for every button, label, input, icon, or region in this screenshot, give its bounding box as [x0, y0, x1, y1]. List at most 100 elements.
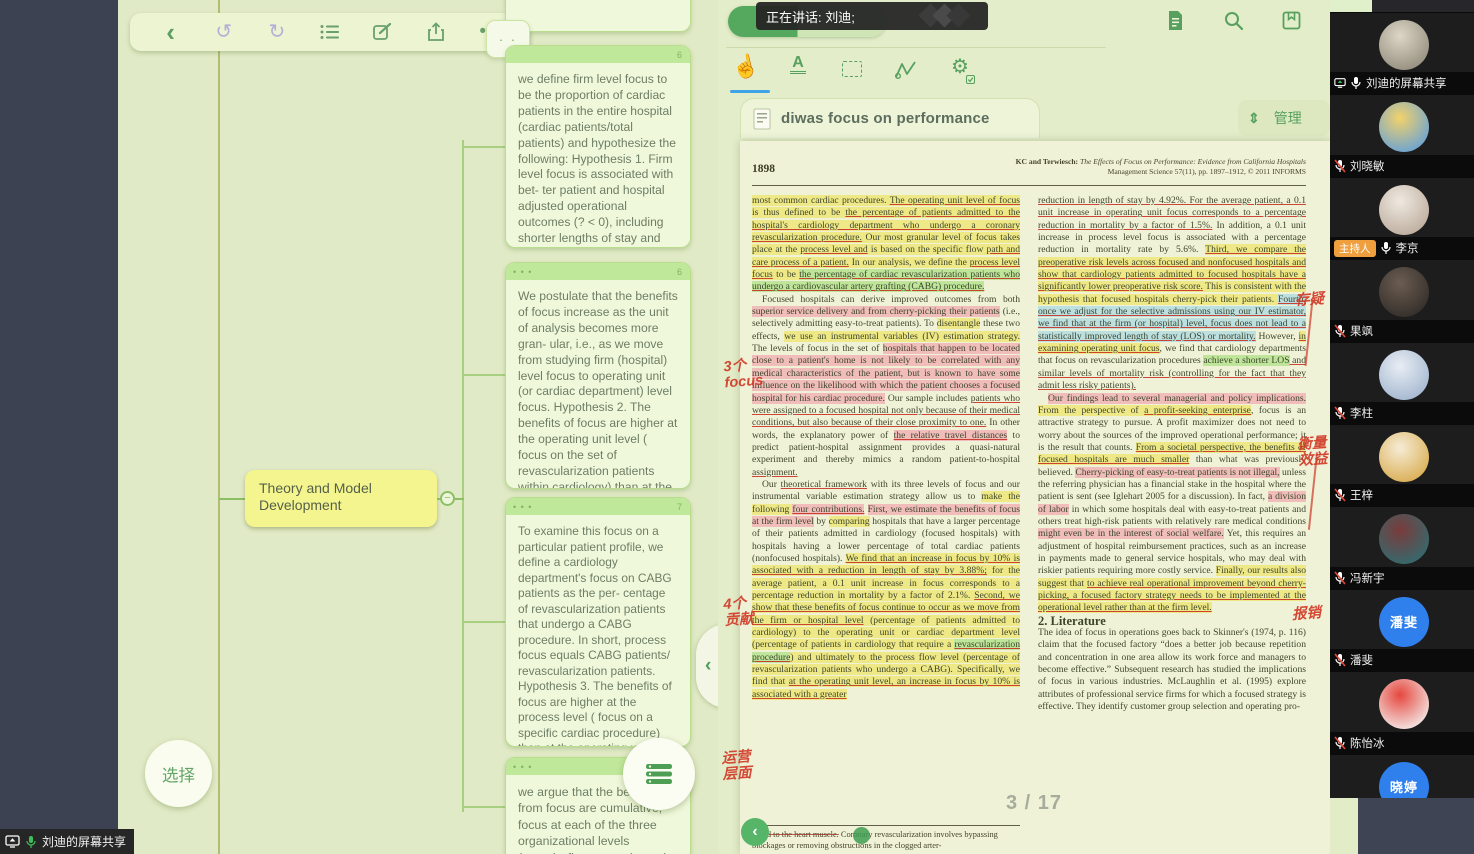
document-tab-title: diwas focus on performance [781, 110, 990, 127]
avatar: 潘斐 [1379, 597, 1429, 647]
header-rule [752, 185, 1306, 186]
avatar: 晓婷 [1379, 762, 1429, 798]
avatar [1379, 350, 1429, 400]
document-icon[interactable] [1164, 10, 1186, 36]
participant-list: 刘迪的屏幕共享 刘晓敏 主持人 李京 果飒 [1330, 12, 1474, 798]
participant-name: 潘斐 [1350, 652, 1373, 668]
desktop-background [1358, 798, 1474, 854]
connector [219, 498, 245, 500]
note-card[interactable]: the operating unit level, and at the pro… [505, 0, 691, 32]
paragraph: reduction in length of stay by 4.92%. Fo… [1038, 195, 1306, 393]
note-card[interactable]: • • •6 We postulate that the benefits of… [505, 262, 691, 489]
manage-button[interactable]: 管理 [1274, 108, 1302, 128]
desktop-background [0, 0, 118, 854]
participant-tile[interactable]: 晓婷 [1330, 754, 1474, 798]
outline-fab-button[interactable] [623, 738, 695, 810]
mindmap-node-theory[interactable]: Theory and Model Development [245, 470, 437, 527]
mic-on-icon [25, 835, 37, 849]
handwritten-note: 报销 [1291, 605, 1321, 623]
mindmap-branch-line [462, 140, 464, 812]
footnote: blood to the heart muscle. Coronary reva… [752, 825, 1020, 851]
document-tab-bar: diwas focus on performance ⇕ 管理 [718, 96, 1330, 138]
speaking-banner: 正在讲话: 刘迪; [756, 2, 988, 30]
collapse-left-icon[interactable]: ‹ [705, 655, 711, 677]
mic-muted-icon [1334, 488, 1346, 502]
search-icon[interactable] [1222, 10, 1244, 36]
participant-tile[interactable]: 冯新宇 [1330, 506, 1474, 588]
pen-draw-tool[interactable] [894, 54, 918, 86]
left-column: most common cardiac procedures. The oper… [752, 195, 1020, 807]
active-tool-indicator [730, 90, 770, 93]
card-badge: 6 [677, 50, 683, 60]
sort-icon[interactable]: ⇕ [1248, 110, 1260, 127]
participant-name: 李柱 [1350, 405, 1373, 421]
edit-compose-icon[interactable] [366, 13, 400, 51]
screen-share-icon [1334, 76, 1346, 90]
screen: ‹ ↺ ↻ ••• Theory and Model Development −… [0, 0, 1474, 854]
settings-gear-tool[interactable]: ⚙ [948, 54, 972, 86]
collapse-node-icon[interactable]: − [440, 491, 455, 506]
select-button[interactable]: 选择 [145, 740, 212, 807]
running-head: KC and Terwiesch: The Effects of Focus o… [1016, 157, 1306, 177]
connector [462, 146, 505, 148]
note-card-text: we define firm level focus to be the pro… [506, 63, 690, 248]
handwritten-note: 衡量 效益 [1297, 435, 1328, 469]
redo-icon[interactable]: ↻ [260, 13, 294, 51]
avatar [1379, 514, 1429, 564]
mindmap-toolbar: ‹ ↺ ↻ ••• [130, 13, 530, 51]
page-back-button[interactable]: ‹ [741, 818, 769, 846]
pdf-page[interactable]: 1898 KC and Terwiesch: The Effects of Fo… [740, 141, 1330, 854]
running-head-authors: KC and Terwiesch: [1016, 157, 1078, 166]
participant-tile[interactable]: 刘晓敏 [1330, 94, 1474, 176]
text-highlight-tool[interactable]: A [786, 54, 810, 86]
mic-muted-icon [1334, 406, 1346, 420]
document-tab[interactable]: diwas focus on performance [740, 98, 1040, 138]
bookmark-save-icon[interactable] [1280, 11, 1302, 35]
tab-controls: ⇕ 管理 [1238, 100, 1330, 136]
back-icon[interactable]: ‹ [154, 15, 188, 49]
paragraph: The idea of focus in operations goes bac… [1038, 627, 1306, 713]
split-view-divider[interactable]: ‹ · › [696, 624, 718, 708]
meeting-logo-icon [922, 5, 972, 27]
avatar [1379, 679, 1429, 729]
hand-select-tool[interactable]: ☝ [732, 54, 756, 86]
page-indicator: 3 / 17 [1006, 792, 1062, 815]
meeting-window-edge [1372, 0, 1474, 12]
note-card[interactable]: 6 we define firm level focus to be the p… [505, 45, 691, 248]
card-dots: • • • [513, 267, 532, 277]
rect-select-tool[interactable] [840, 54, 864, 86]
outline-list-icon[interactable] [313, 13, 347, 51]
note-card[interactable]: • • •7 To examine this focus on a partic… [505, 497, 691, 747]
participant-tile[interactable]: 刘迪的屏幕共享 [1330, 12, 1474, 94]
participant-tile[interactable]: 王梓 [1330, 424, 1474, 506]
mic-muted-icon [1334, 653, 1346, 667]
connector [462, 374, 505, 376]
page-number: 1898 [752, 163, 775, 175]
undo-icon[interactable]: ↺ [207, 13, 241, 51]
annotation-toolbar: ☝ A ⚙ [732, 54, 972, 86]
participant-tile[interactable]: 果飒 [1330, 259, 1474, 341]
participant-name: 冯新宇 [1350, 570, 1385, 586]
card-badge: 6 [677, 267, 683, 277]
mic-muted-icon [1334, 159, 1346, 173]
divider [726, 47, 1106, 48]
participant-tile[interactable]: 陈怡冰 [1330, 671, 1474, 753]
participant-tile[interactable]: 李柱 [1330, 342, 1474, 424]
screen-share-icon [5, 835, 20, 848]
screen-share-label: 刘迪的屏幕共享 [0, 829, 134, 854]
running-head-title: The Effects of Focus on Performance: Evi… [1078, 157, 1306, 166]
list-stack-icon [644, 762, 674, 786]
mic-muted-icon [1334, 736, 1346, 750]
avatar [1379, 185, 1429, 235]
emphasis-dot [853, 827, 870, 844]
mic-muted-icon [1334, 571, 1346, 585]
page-thumbnail-icon [753, 108, 771, 130]
avatar [1379, 267, 1429, 317]
share-export-icon[interactable] [419, 13, 453, 51]
participant-tile[interactable]: 潘斐 潘斐 [1330, 589, 1474, 671]
speaking-banner-text: 正在讲话: 刘迪; [766, 7, 855, 26]
mic-on-icon [1380, 241, 1392, 255]
avatar [1379, 432, 1429, 482]
handwritten-note: 运营 层面 [721, 749, 752, 783]
participant-tile[interactable]: 主持人 李京 [1330, 177, 1474, 259]
